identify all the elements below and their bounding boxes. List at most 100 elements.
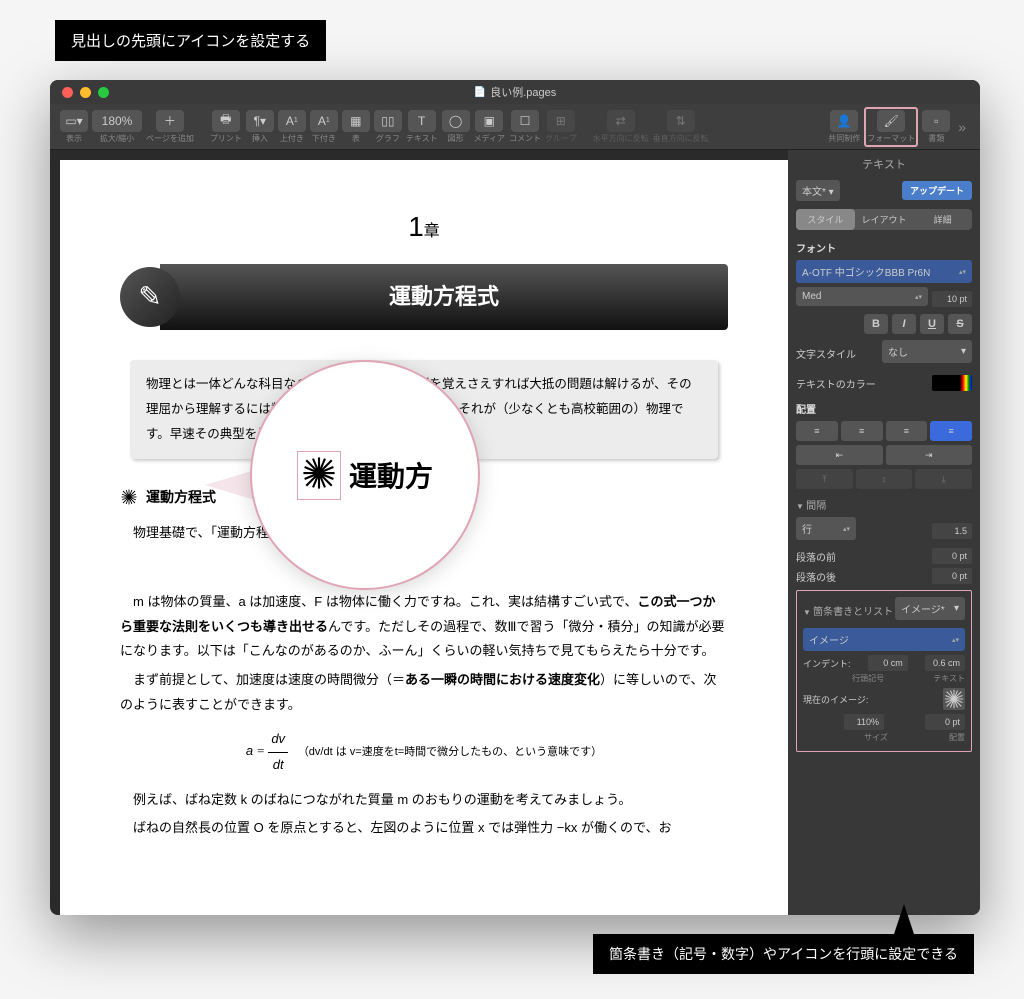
heading-pencil-icon: ✎ (120, 267, 180, 327)
bullets-section-highlight: 箇条書きとリスト イメージ*▾ イメージ▴▾ インデント: 0 cm 0.6 c… (796, 590, 972, 752)
font-family-select[interactable]: A-OTF 中ゴシックBBB Pr6N▴▾ (796, 260, 972, 283)
outdent-button[interactable]: ⇤ (796, 445, 883, 465)
current-image-label: 現在のイメージ: (803, 693, 868, 706)
superscript-label: 上付き (280, 133, 304, 144)
table-button[interactable]: ▦ (342, 110, 370, 132)
text-button[interactable]: T (408, 110, 436, 132)
format-sidebar: テキスト 本文* ▾ アップデート スタイル レイアウト 詳細 フォント A-O… (788, 150, 980, 915)
toolbar: ▭▾表示 180%拡大/縮小 ＋ページを追加 🖶プリント ¶▾挿入 A1上付き … (50, 104, 980, 150)
minimize-window-button[interactable] (80, 87, 91, 98)
valign-bottom-button[interactable]: ⤓ (915, 469, 972, 489)
indent-label: インデント: (803, 657, 851, 670)
indent-button[interactable]: ⇥ (886, 445, 973, 465)
after-para-label: 段落の後 (796, 569, 836, 584)
bullets-type-select[interactable]: イメージ▴▾ (803, 628, 965, 651)
indent-text-field[interactable]: 0.6 cm (925, 655, 965, 671)
group-label: グループ (545, 133, 577, 144)
starburst-icon (302, 456, 336, 490)
bold-button[interactable]: B (864, 314, 888, 334)
window-title: 良い例.pages (474, 84, 556, 100)
insert-button[interactable]: ¶▾ (246, 110, 274, 132)
app-window: 良い例.pages ▭▾表示 180%拡大/縮小 ＋ページを追加 🖶プリント ¶… (50, 80, 980, 915)
zoom-icon-highlight (297, 451, 341, 500)
chart-button[interactable]: ▯▯ (374, 110, 402, 132)
align-justify-button[interactable]: ≡ (930, 421, 972, 441)
line-spacing-select[interactable]: 行▴▾ (796, 517, 856, 540)
chapter-heading: 運動方程式 (160, 264, 728, 330)
update-style-button[interactable]: アップデート (902, 181, 972, 200)
bullets-section-label[interactable]: 箇条書きとリスト (803, 603, 893, 618)
annotation-top: 見出しの先頭にアイコンを設定する (55, 20, 326, 61)
text-color-well[interactable] (932, 375, 972, 391)
bullets-style-select[interactable]: イメージ*▾ (895, 597, 965, 620)
line-spacing-field[interactable]: 1.5 (932, 523, 972, 539)
toolbar-overflow[interactable]: » (954, 119, 970, 135)
starburst-icon (120, 488, 138, 506)
tab-layout[interactable]: レイアウト (855, 209, 914, 230)
superscript-button[interactable]: A1 (278, 110, 306, 132)
shape-label: 図形 (448, 133, 464, 144)
maximize-window-button[interactable] (98, 87, 109, 98)
titlebar: 良い例.pages (50, 80, 980, 104)
media-label: メディア (474, 133, 505, 144)
document-button[interactable]: ▫ (922, 110, 950, 132)
comment-label: コメント (509, 133, 541, 144)
italic-button[interactable]: I (892, 314, 916, 334)
font-weight-select[interactable]: Med▴▾ (796, 287, 928, 306)
spacing-section-label[interactable]: 間隔 (796, 497, 972, 512)
subscript-button[interactable]: A1 (310, 110, 338, 132)
strikethrough-button[interactable]: S (948, 314, 972, 334)
valign-top-button[interactable]: ⤒ (796, 469, 853, 489)
text-color-label: テキストのカラー (796, 376, 876, 391)
font-size-field[interactable]: 10 pt (932, 291, 972, 307)
tab-detail[interactable]: 詳細 (913, 209, 972, 230)
tab-style[interactable]: スタイル (796, 209, 855, 230)
subscript-label: 下付き (312, 133, 336, 144)
shape-button[interactable]: ◯ (442, 110, 470, 132)
bullet-size-field[interactable]: 110% (844, 714, 884, 730)
collaborate-label: 共同制作 (828, 133, 860, 144)
indent-marker-sublabel: 行頭記号 (852, 673, 884, 684)
char-style-select[interactable]: なし▾ (882, 340, 972, 363)
group-button[interactable]: ⊞ (547, 110, 575, 132)
insert-label: 挿入 (252, 133, 268, 144)
after-para-field[interactable]: 0 pt (932, 568, 972, 584)
underline-button[interactable]: U (920, 314, 944, 334)
position-sublabel: 配置 (949, 732, 965, 743)
add-page-label: ページを追加 (146, 133, 194, 144)
before-para-field[interactable]: 0 pt (932, 548, 972, 564)
bullet-image-preview[interactable] (943, 688, 965, 710)
close-window-button[interactable] (62, 87, 73, 98)
media-button[interactable]: ▣ (475, 110, 503, 132)
starburst-icon (943, 688, 965, 710)
valign-middle-button[interactable]: ↕ (856, 469, 913, 489)
add-page-button[interactable]: ＋ (156, 110, 184, 132)
zoom-label: 拡大/縮小 (100, 133, 134, 144)
body-paragraph: 例えば、ばね定数 k のばねにつながれた質量 m のおもりの運動を考えてみましょ… (120, 788, 728, 813)
print-button[interactable]: 🖶 (212, 110, 240, 132)
indent-marker-field[interactable]: 0 cm (868, 655, 908, 671)
flip-h-label: 水平方向に反転 (593, 133, 649, 144)
sidebar-tabs: スタイル レイアウト 詳細 (796, 209, 972, 230)
collaborate-button[interactable]: 👤 (830, 110, 858, 132)
format-label: フォーマット (867, 133, 915, 144)
flip-v-button[interactable]: ⇅ (667, 110, 695, 132)
before-para-label: 段落の前 (796, 549, 836, 564)
flip-h-button[interactable]: ⇄ (607, 110, 635, 132)
comment-button[interactable]: ☐ (511, 110, 539, 132)
align-left-button[interactable]: ≡ (796, 421, 838, 441)
text-label: テキスト (406, 133, 438, 144)
chart-label: グラフ (376, 133, 400, 144)
zoom-text: 運動方 (349, 455, 433, 495)
format-button[interactable]: 🖌 (877, 110, 905, 132)
formula-2: a = dvdt （dv/dt は v=速度をt=時間で微分したもの、という意味… (120, 727, 728, 777)
align-center-button[interactable]: ≡ (841, 421, 883, 441)
paragraph-style-select[interactable]: 本文* ▾ (796, 180, 840, 201)
view-button[interactable]: ▭▾ (60, 110, 88, 132)
align-right-button[interactable]: ≡ (886, 421, 928, 441)
font-section-label: フォント (796, 240, 972, 255)
bullet-position-field[interactable]: 0 pt (925, 714, 965, 730)
document-label: 書類 (928, 133, 944, 144)
table-label: 表 (352, 133, 360, 144)
zoom-select[interactable]: 180% (92, 110, 142, 132)
